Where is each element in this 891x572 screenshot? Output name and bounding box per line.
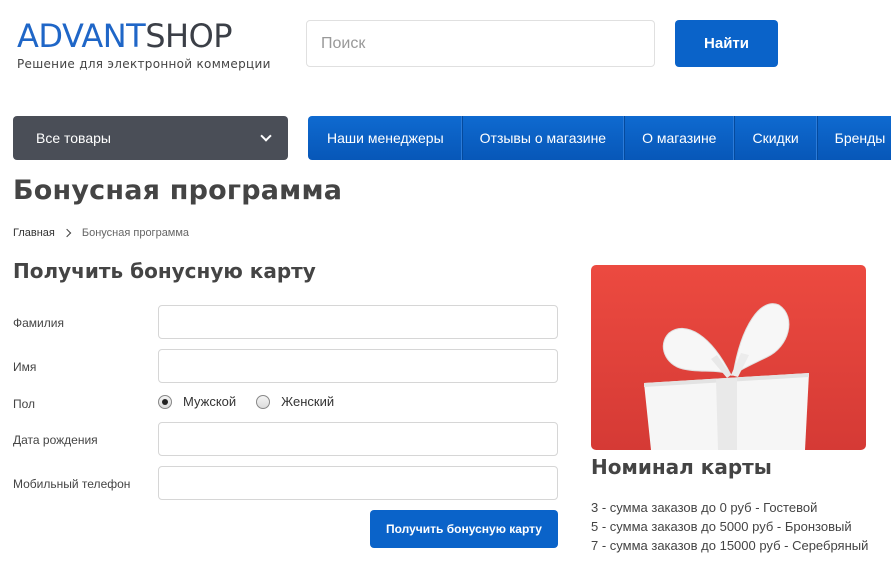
menu-item-discounts[interactable]: Скидки bbox=[734, 116, 817, 160]
logo-wordmark: ADVANTSHOP bbox=[17, 17, 233, 55]
birth-date-label: Дата рождения bbox=[13, 433, 98, 447]
mobile-phone-field[interactable] bbox=[158, 466, 558, 500]
gender-male-radio[interactable] bbox=[158, 394, 172, 409]
gift-icon bbox=[644, 303, 809, 450]
breadcrumb: Главная Бонусная программа bbox=[13, 227, 189, 239]
gender-female-radio[interactable] bbox=[256, 394, 271, 409]
card-tiers-list: 3 - сумма заказов до 0 руб - Гостевой 5 … bbox=[591, 498, 868, 555]
card-tier-item: 3 - сумма заказов до 0 руб - Гостевой bbox=[591, 500, 818, 515]
chevron-right-icon bbox=[62, 228, 72, 238]
gender-female-label[interactable]: Женский bbox=[281, 394, 334, 409]
main-menu: Наши менеджеры Отзывы о магазине О магаз… bbox=[308, 116, 891, 160]
last-name-label: Фамилия bbox=[13, 316, 64, 330]
form-title: Получить бонусную карту bbox=[13, 259, 316, 283]
breadcrumb-home-link[interactable]: Главная bbox=[13, 227, 55, 239]
card-tier-item: 7 - сумма заказов до 15000 руб - Серебря… bbox=[591, 538, 869, 553]
gender-label: Пол bbox=[13, 397, 36, 411]
gender-male-label[interactable]: Мужской bbox=[183, 394, 236, 409]
birth-date-field[interactable] bbox=[158, 422, 558, 456]
bonus-card-image bbox=[591, 265, 866, 450]
card-tier-item: 5 - сумма заказов до 5000 руб - Бронзовы… bbox=[591, 519, 852, 534]
logo-tagline: Решение для электронной коммерции bbox=[17, 57, 271, 71]
catalog-label: Все товары bbox=[36, 130, 111, 146]
search-button[interactable]: Найти bbox=[675, 20, 778, 67]
menu-item-brands[interactable]: Бренды bbox=[816, 116, 891, 160]
get-bonus-card-button[interactable]: Получить бонусную карту bbox=[370, 510, 558, 548]
first-name-field[interactable] bbox=[158, 349, 558, 383]
chevron-down-icon bbox=[260, 130, 272, 142]
breadcrumb-current: Бонусная программа bbox=[81, 227, 190, 239]
gender-radio-group: Мужской Женский bbox=[158, 394, 334, 409]
last-name-field[interactable] bbox=[158, 305, 558, 339]
card-nominal-title: Номинал карты bbox=[591, 455, 772, 479]
page-title: Бонусная программа bbox=[13, 175, 343, 206]
site-logo[interactable]: ADVANTSHOP Решение для электронной комме… bbox=[17, 17, 271, 71]
first-name-label: Имя bbox=[13, 360, 37, 374]
catalog-dropdown[interactable]: Все товары bbox=[13, 116, 288, 160]
menu-item-reviews[interactable]: Отзывы о магазине bbox=[461, 116, 625, 160]
search-input[interactable] bbox=[306, 20, 655, 67]
mobile-phone-label: Мобильный телефон bbox=[13, 477, 131, 491]
menu-item-about[interactable]: О магазине bbox=[624, 116, 735, 160]
menu-item-managers[interactable]: Наши менеджеры bbox=[308, 116, 462, 160]
